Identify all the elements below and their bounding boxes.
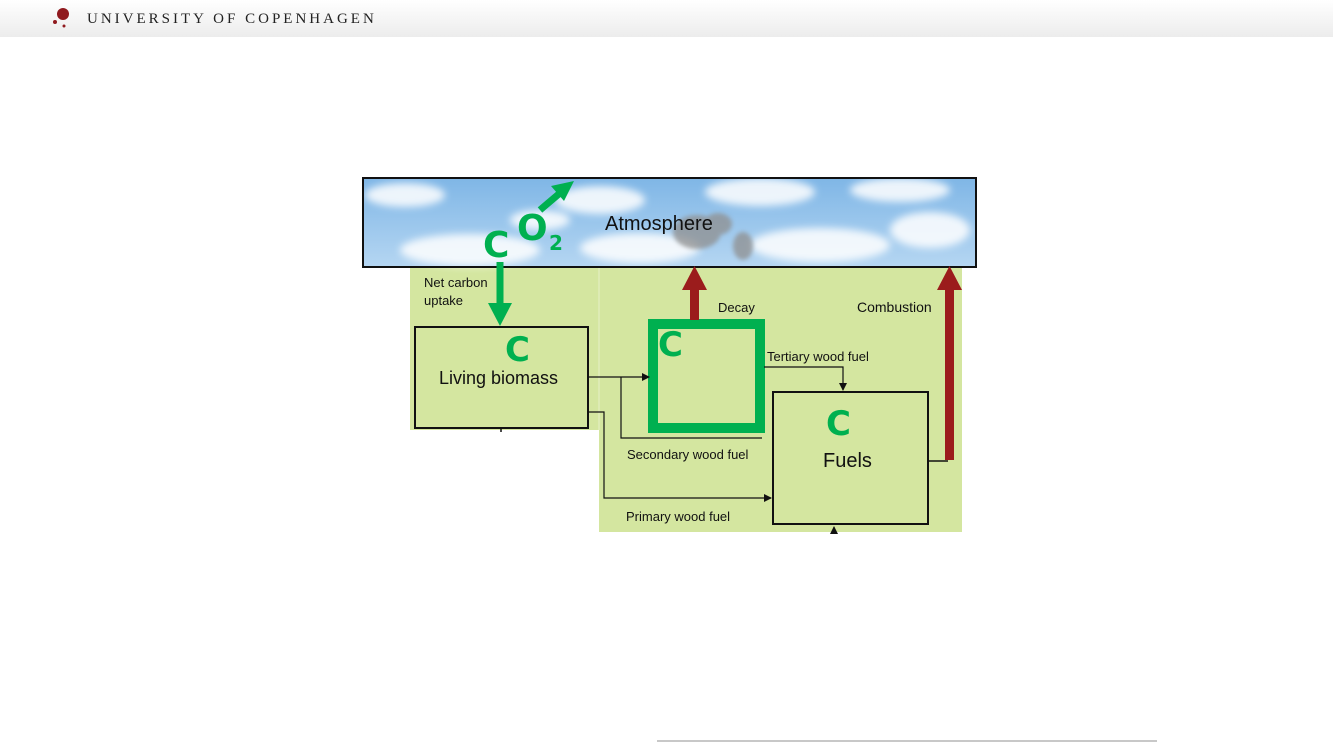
living-biomass-box: C Living biomass — [414, 326, 589, 432]
fuels-label: Fuels — [823, 450, 872, 472]
decay-label: Decay — [718, 300, 755, 315]
co2-c-symbol: C — [483, 225, 509, 266]
dead-wood-pool-box: C — [648, 319, 765, 433]
combustion-label: Combustion — [857, 299, 932, 315]
atmosphere-box: Atmosphere — [362, 177, 977, 268]
primary-wood-fuel-label: Primary wood fuel — [626, 509, 730, 524]
fuels-box: C Fuels — [772, 391, 929, 525]
co2-o-symbol: O — [517, 208, 548, 249]
carbon-flow-diagram: Atmosphere C O 2 Net carbon uptake C Liv… — [362, 177, 977, 534]
living-biomass-c: C — [505, 330, 530, 370]
dead-pool-c: C — [658, 325, 683, 365]
tertiary-wood-fuel-label: Tertiary wood fuel — [767, 349, 869, 364]
co2-subscript: 2 — [549, 231, 563, 255]
living-biomass-label: Living biomass — [439, 368, 558, 388]
fuels-c: C — [826, 404, 851, 444]
footer-divider — [657, 740, 1157, 742]
net-uptake-label-line1: Net carbon — [424, 275, 488, 290]
secondary-wood-fuel-label: Secondary wood fuel — [627, 447, 749, 462]
net-uptake-label-line2: uptake — [424, 293, 463, 308]
atmosphere-label: Atmosphere — [605, 213, 713, 235]
